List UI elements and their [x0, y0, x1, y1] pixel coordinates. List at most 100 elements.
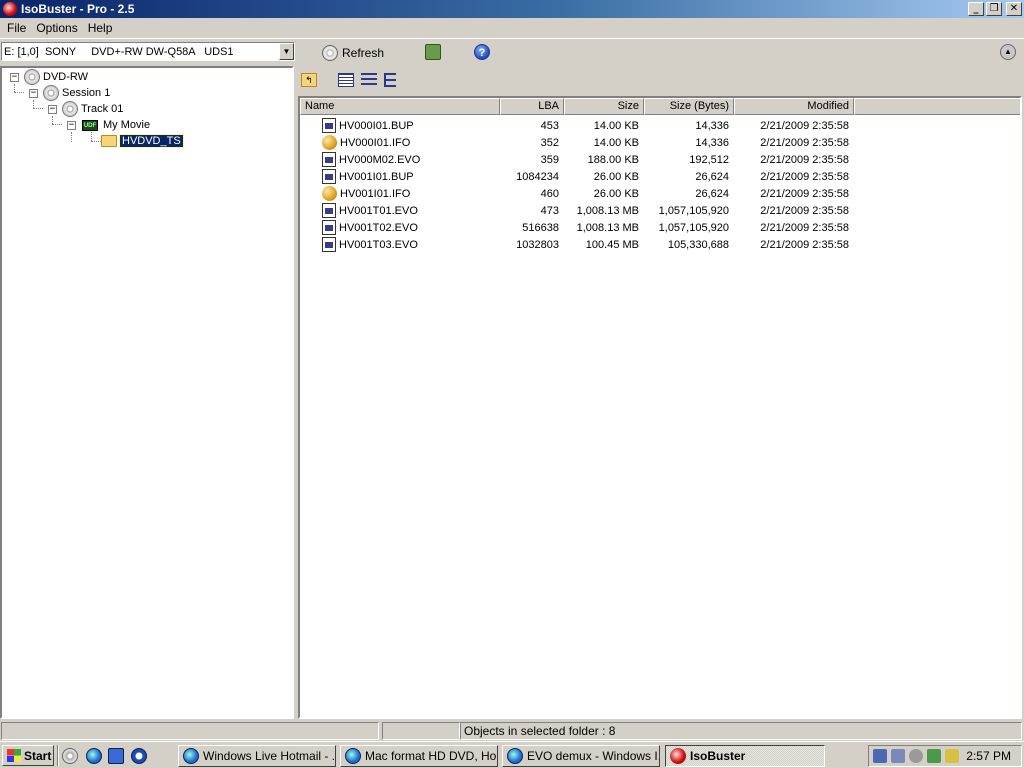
task-mac-format[interactable]: Mac format HD DVD, Ho...: [340, 745, 498, 767]
ifo-file-icon: [322, 186, 337, 201]
document-icon: [322, 220, 336, 235]
table-row[interactable]: HV001T01.EVO 473 1,008.13 MB 1,057,105,920 2…: [300, 202, 854, 219]
internet-explorer-icon: [507, 748, 523, 764]
media-player-icon[interactable]: [131, 748, 147, 764]
details-view-icon[interactable]: [338, 73, 354, 87]
list-view-icon[interactable]: [361, 73, 377, 87]
document-icon: [322, 203, 336, 218]
refresh-button[interactable]: Refresh: [322, 44, 384, 61]
file-name: HV001I01.BUP: [339, 170, 414, 183]
cell-name: HV000I01.BUP: [300, 118, 500, 133]
minimize-button[interactable]: _: [968, 2, 984, 16]
title-bar[interactable]: IsoBuster - Pro - 2.5 _ ❐ ✕: [0, 0, 1024, 18]
tree-expander-dvdrw[interactable]: −: [10, 73, 19, 82]
table-row[interactable]: HV001I01.IFO 460 26.00 KB 26,624 2/21/2009 2…: [300, 185, 854, 202]
folder-up-icon[interactable]: ↰: [301, 73, 317, 87]
task-label: EVO demux - Windows I...: [527, 749, 660, 763]
cell-size: 14.00 KB: [593, 136, 639, 149]
close-button[interactable]: ✕: [1006, 2, 1022, 16]
file-name: HV000I01.IFO: [340, 136, 411, 149]
tree-item-label: HVDVD_TS: [119, 134, 184, 148]
security-icon[interactable]: [927, 749, 941, 763]
maximize-button[interactable]: ❐: [986, 2, 1002, 16]
table-row[interactable]: HV000I01.BUP 453 14.00 KB 14,336 2/21/2009 2…: [300, 117, 854, 134]
task-evo-demux[interactable]: EVO demux - Windows I...: [502, 745, 660, 767]
menu-file[interactable]: File: [2, 19, 31, 37]
network-icon[interactable]: [873, 749, 887, 763]
cell-lba: 1032803: [516, 238, 559, 251]
disc-icon: [43, 85, 59, 101]
eject-icon[interactable]: ▲: [1000, 44, 1016, 60]
cell-size-bytes: 26,624: [695, 170, 729, 183]
file-name: HV001T01.EVO: [339, 204, 418, 217]
main-toolbar: E: [1,0] SONY DVD+-RW DW-Q58A UDS1 ▼ Ref…: [0, 38, 1024, 65]
volume-icon[interactable]: [909, 749, 923, 763]
status-left: [1, 722, 379, 740]
cell-name: HV001I01.IFO: [300, 186, 500, 201]
cell-lba: 516638: [522, 221, 559, 234]
folder-tree[interactable]: − DVD-RW − Session 1 − Track 01 − UDF My…: [0, 66, 294, 719]
column-header-size-bytes[interactable]: Size (Bytes): [644, 98, 734, 115]
help-icon[interactable]: ?: [474, 44, 490, 60]
tree-expander-track[interactable]: −: [48, 105, 57, 114]
task-label: Mac format HD DVD, Ho...: [365, 749, 498, 763]
cell-lba: 359: [540, 153, 559, 166]
tree-item-my-movie[interactable]: UDF My Movie: [82, 117, 150, 133]
cell-size: 26.00 KB: [593, 187, 639, 200]
tree-view-icon[interactable]: [384, 73, 396, 87]
column-header-modified[interactable]: Modified: [734, 98, 854, 115]
table-row[interactable]: HV000M02.EVO 359 188.00 KB 192,512 2/21/2009…: [300, 151, 854, 168]
pen-icon[interactable]: [945, 749, 959, 763]
column-header-size[interactable]: Size: [564, 98, 644, 115]
internet-explorer-icon[interactable]: [86, 748, 102, 764]
windows-logo-icon: [7, 749, 21, 762]
file-name: HV000M02.EVO: [339, 153, 421, 166]
column-header-name[interactable]: Name: [300, 98, 500, 115]
table-row[interactable]: HV000I01.IFO 352 14.00 KB 14,336 2/21/2009 2…: [300, 134, 854, 151]
tree-item-dvd-rw[interactable]: DVD-RW: [24, 69, 88, 85]
outlook-express-icon[interactable]: [108, 748, 124, 764]
cell-modified: 2/21/2009 2:35:58: [760, 238, 849, 251]
table-row[interactable]: HV001I01.BUP 1084234 26.00 KB 26,624 2/21/20…: [300, 168, 854, 185]
cell-size: 26.00 KB: [593, 170, 639, 183]
extract-icon[interactable]: [425, 44, 441, 60]
file-name: HV001T02.EVO: [339, 221, 418, 234]
column-header-lba[interactable]: LBA: [500, 98, 564, 115]
task-hotmail[interactable]: Windows Live Hotmail - ...: [178, 745, 336, 767]
menu-help[interactable]: Help: [83, 19, 118, 37]
cell-modified: 2/21/2009 2:35:58: [760, 136, 849, 149]
cell-size: 100.45 MB: [585, 238, 639, 251]
internet-explorer-icon: [345, 748, 361, 764]
tree-expander-movie[interactable]: −: [67, 121, 76, 130]
file-name: HV001T03.EVO: [339, 238, 418, 251]
cell-lba: 453: [540, 119, 559, 132]
network-disconnected-icon[interactable]: [891, 749, 905, 763]
start-button[interactable]: Start: [2, 745, 54, 766]
file-list[interactable]: Name LBA Size Size (Bytes) Modified HV00…: [298, 96, 1022, 719]
tree-item-session-1[interactable]: Session 1: [43, 85, 110, 101]
cell-size: 188.00 KB: [587, 153, 639, 166]
cell-lba: 1084234: [516, 170, 559, 183]
menu-options[interactable]: Options: [31, 19, 82, 37]
tree-expander-session[interactable]: −: [29, 89, 38, 98]
taskbar: Start Windows Live Hotmail - ... Mac for…: [0, 741, 1024, 768]
isobuster-app-icon[interactable]: [3, 2, 17, 16]
chevron-down-icon[interactable]: ▼: [279, 43, 294, 60]
cell-size-bytes: 105,330,688: [667, 238, 729, 251]
task-isobuster[interactable]: IsoBuster: [665, 745, 825, 767]
table-row[interactable]: HV001T03.EVO 1032803 100.45 MB 105,330,688 2…: [300, 236, 854, 253]
tree-item-track-01[interactable]: Track 01: [62, 101, 123, 117]
clock[interactable]: 2:57 PM: [966, 749, 1011, 763]
cell-size: 1,008.13 MB: [576, 204, 639, 217]
cell-name: HV001T03.EVO: [300, 237, 500, 252]
drive-select-value: E: [1,0] SONY DVD+-RW DW-Q58A UDS1: [4, 45, 234, 58]
status-object-count: Objects in selected folder : 8: [460, 722, 1022, 740]
file-name: HV000I01.BUP: [339, 119, 414, 132]
cell-modified: 2/21/2009 2:35:58: [760, 170, 849, 183]
tree-item-hvdvd-ts[interactable]: HVDVD_TS: [101, 133, 184, 149]
view-toolbar: ↰: [298, 68, 1022, 94]
show-desktop-icon[interactable]: [62, 748, 78, 764]
drive-select[interactable]: E: [1,0] SONY DVD+-RW DW-Q58A UDS1 ▼: [1, 42, 295, 61]
table-row[interactable]: HV001T02.EVO 516638 1,008.13 MB 1,057,105,9…: [300, 219, 854, 236]
cell-size-bytes: 14,336: [695, 119, 729, 132]
